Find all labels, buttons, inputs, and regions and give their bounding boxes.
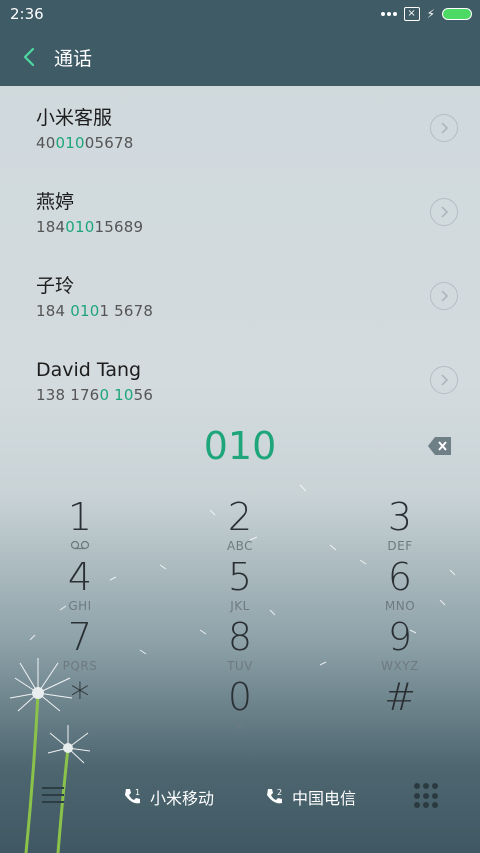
key-6[interactable]: 6 MNO [340,555,460,613]
key-1[interactable]: 1 [20,495,140,553]
key-digit: 3 [387,495,413,539]
key-hash[interactable]: # [340,675,460,733]
sim1-label: 小米移动 [149,789,214,808]
voicemail-icon [20,539,140,553]
key-0[interactable]: 0 + [180,675,300,733]
dialed-number: 010 [203,424,277,468]
menu-icon [42,787,64,789]
key-8[interactable]: 8 TUV [180,615,300,673]
contact-number: 4001005678 [36,134,134,152]
status-icons: × ⚡ [380,7,472,21]
key-9[interactable]: 9 WXYZ [340,615,460,673]
backspace-button[interactable] [428,436,452,456]
no-sim-icon: × [403,7,420,21]
key-2[interactable]: 2 ABC [180,495,300,553]
call-sim1-button[interactable]: 1 小米移动 [108,775,228,819]
charging-icon: ⚡ [426,7,435,21]
key-digit: 5 [227,555,253,599]
bottom-action-bar: 1 小米移动 2 中国电信 [0,765,480,829]
contact-name: 小米客服 [36,107,113,129]
page-title: 通话 [54,47,93,70]
phone-sim2-icon: 2 [266,788,282,804]
contact-name: 燕婷 [36,191,75,213]
contact-name: 子玲 [36,275,75,297]
contact-number: 184 0101 5678 [36,302,154,320]
chevron-left-icon [23,47,35,67]
contact-detail-button[interactable] [430,198,458,226]
key-3[interactable]: 3 DEF [340,495,460,553]
svg-text:2: 2 [277,788,282,797]
chevron-right-icon [441,122,449,134]
key-letters: GHI [68,599,92,613]
menu-button[interactable] [42,787,64,805]
call-sim2-button[interactable]: 2 中国电信 [250,775,370,819]
dialpad-icon [414,783,420,789]
key-letters: + [234,719,246,733]
contact-suggestions-list: 小米客服 4001005678 燕婷 18401015689 子玲 184 01… [0,86,480,422]
key-digit: 1 [67,495,93,539]
key-5[interactable]: 5 JKL [180,555,300,613]
sim2-label: 中国电信 [291,789,356,808]
contact-item[interactable]: 燕婷 18401015689 [0,170,480,254]
contact-detail-button[interactable] [430,282,458,310]
key-letters: MNO [384,599,416,613]
contact-item[interactable]: 小米客服 4001005678 [0,86,480,170]
key-letters: ABC [226,539,254,553]
key-digit: # [384,675,416,719]
contact-item[interactable]: 子玲 184 0101 5678 [0,254,480,338]
phone-sim1-icon: 1 [124,788,140,804]
key-digit: 8 [227,615,253,659]
key-digit: 9 [387,615,413,659]
more-notifications-icon [380,12,397,16]
chevron-right-icon [441,290,449,302]
contact-number: 138 1760 1056 [36,386,154,404]
contact-name: David Tang [36,359,142,381]
key-letters: DEF [387,539,413,553]
backspace-icon [428,437,451,455]
key-digit: 0 [227,675,253,719]
title-bar: 通话 [0,28,480,86]
back-button[interactable] [18,46,40,68]
key-letters [340,719,460,733]
status-time: 2:36 [10,5,44,23]
key-4[interactable]: 4 GHI [20,555,140,613]
key-digit: 6 [387,555,413,599]
key-letters: WXYZ [381,659,419,673]
chevron-right-icon [441,206,449,218]
battery-icon [442,8,472,20]
contact-item[interactable]: David Tang 138 1760 1056 [0,338,480,422]
dialpad-toggle-button[interactable] [414,783,438,809]
key-digit: 4 [67,555,93,599]
status-bar: 2:36 × ⚡ [0,0,480,28]
svg-text:1: 1 [135,788,140,797]
contact-detail-button[interactable] [430,366,458,394]
chevron-right-icon [441,374,449,386]
contact-detail-button[interactable] [430,114,458,142]
key-digit: 2 [227,495,253,539]
contact-number: 18401015689 [36,218,144,236]
key-letters: JKL [230,599,250,613]
key-letters: TUV [227,659,253,673]
